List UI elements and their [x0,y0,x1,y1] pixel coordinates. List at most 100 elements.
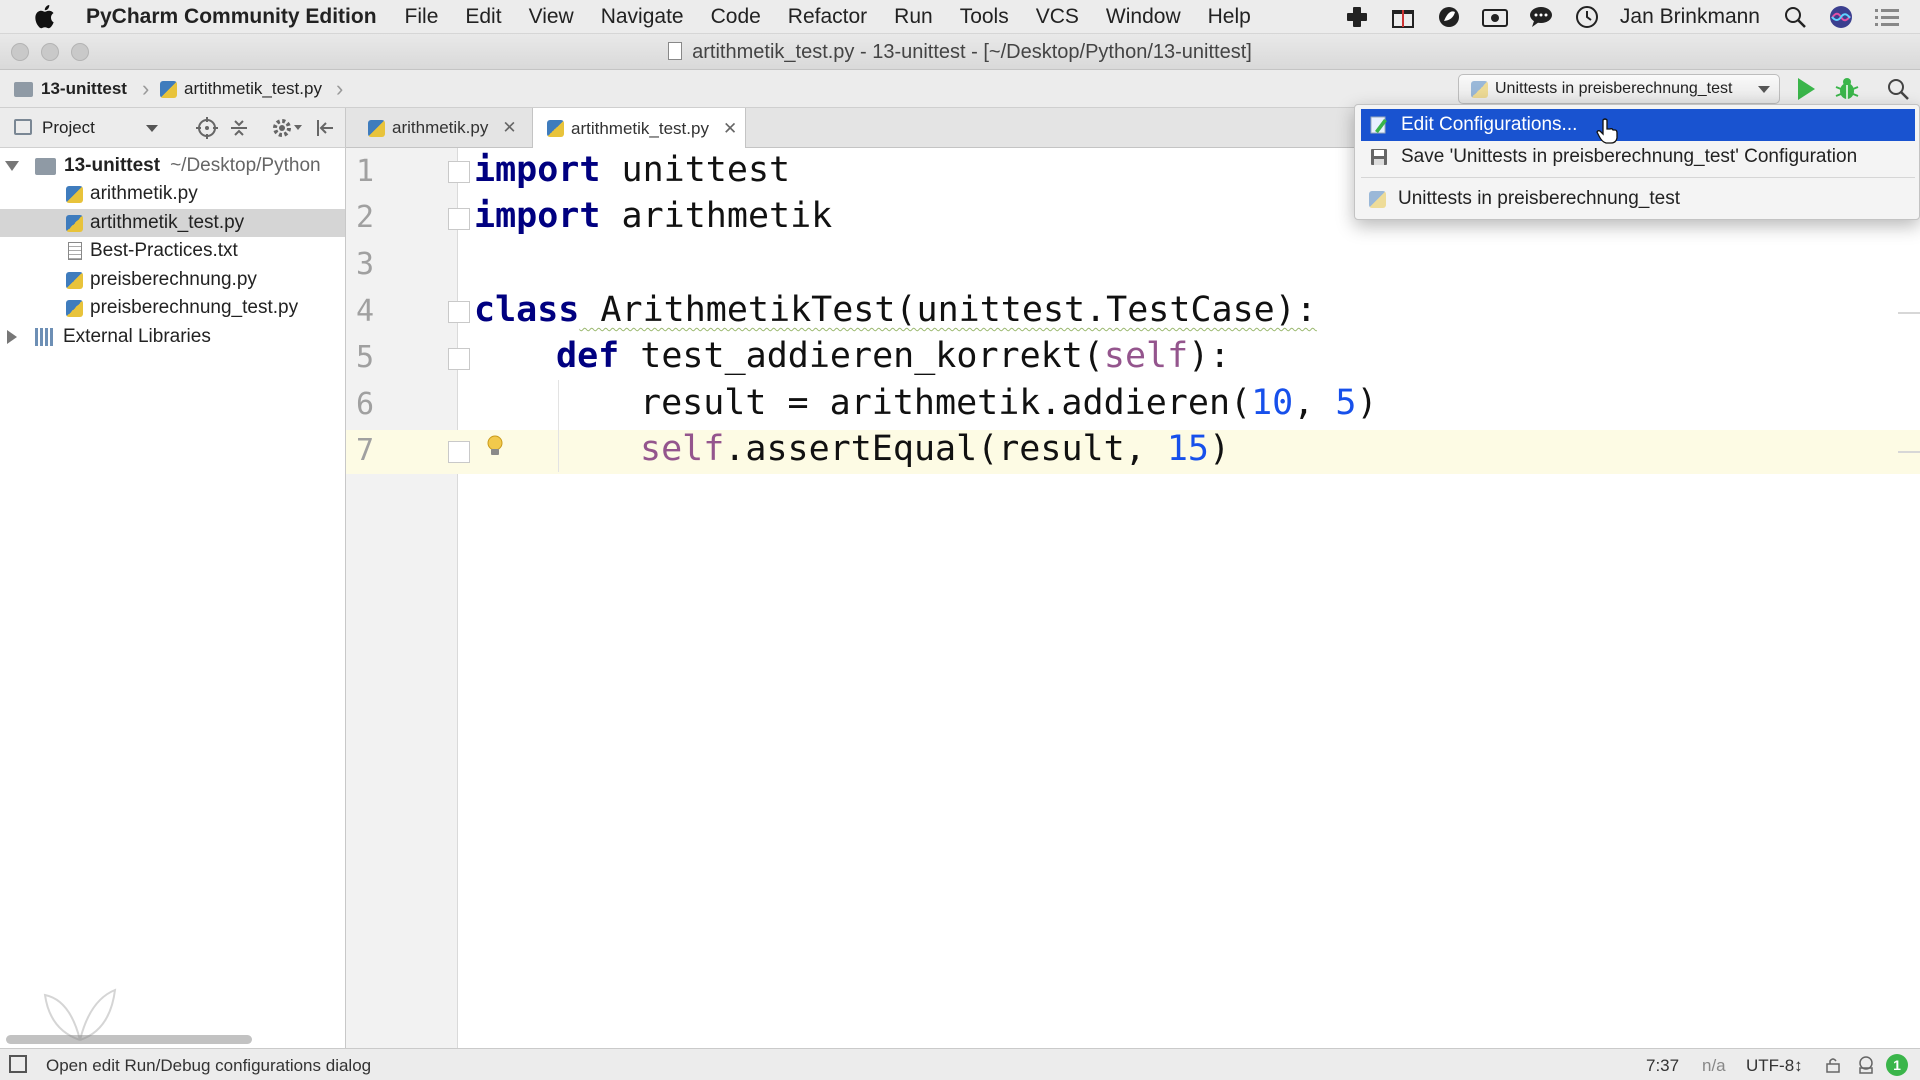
notifications-badge[interactable]: 1 [1886,1054,1908,1076]
code-line-4: class ArithmetikTest(unittest.TestCase): [474,290,1317,330]
collapse-all-icon[interactable] [229,118,249,143]
indent-guide [558,380,559,472]
time-machine-tray-icon[interactable] [1574,4,1600,30]
breadcrumb-separator-icon: › [142,76,150,101]
chevron-down-icon [1758,86,1770,93]
gear-icon[interactable] [271,117,293,144]
line-number: 2 [356,200,375,235]
python-file-icon [66,185,83,203]
error-stripe-mark[interactable] [1898,451,1920,453]
fold-marker-icon[interactable] [448,208,470,230]
menu-window[interactable]: Window [1106,5,1181,29]
tree-item-file[interactable]: preisberechnung_test.py [0,294,345,322]
unittest-config-icon [1369,190,1386,208]
apple-logo-icon[interactable] [28,4,62,29]
line-number: 5 [356,340,375,375]
app-name-menu[interactable]: PyCharm Community Edition [86,5,377,29]
user-name-menu[interactable]: Jan Brinkmann [1620,5,1760,29]
breadcrumb-project[interactable]: 13-unittest [14,79,127,99]
navigation-bar: 13-unittest › artithmetik_test.py › Unit… [0,70,1920,108]
hide-panel-icon[interactable] [315,118,335,143]
line-number: 7 [356,433,375,468]
tab-artithmetik-test-py[interactable]: artithmetik_test.py ✕ [532,108,746,149]
project-view-dropdown-icon[interactable] [146,125,158,132]
caret-position[interactable]: 7:37 [1646,1056,1679,1076]
tree-item-label: arithmetik.py [90,183,198,204]
code-text: , [1293,383,1336,423]
code-text: ): [1188,336,1231,376]
fold-marker-icon[interactable] [448,441,470,463]
inspector-icon[interactable] [1856,1055,1876,1080]
breadcrumb-file[interactable]: artithmetik_test.py [160,79,322,99]
menu-view[interactable]: View [529,5,574,29]
python-file-icon [66,299,83,317]
locate-file-icon[interactable] [196,117,218,144]
menu-navigate[interactable]: Navigate [601,5,684,29]
close-tab-icon[interactable]: ✕ [723,119,737,139]
code-line-1: import unittest [474,150,790,190]
tree-item-file[interactable]: Best-Practices.txt [0,237,345,265]
save-configuration-menu-item[interactable]: Save 'Unittests in preisberechnung_test'… [1361,141,1915,173]
fold-marker-icon[interactable] [448,161,470,183]
chevron-down-icon[interactable] [294,125,302,130]
menu-help[interactable]: Help [1208,5,1251,29]
fold-marker-icon[interactable] [448,348,470,370]
error-stripe-mark[interactable] [1898,312,1920,314]
run-button[interactable] [1798,78,1815,100]
tree-item-project-root[interactable]: 13-unittest ~/Desktop/Python [0,152,345,180]
edit-configurations-menu-item[interactable]: Edit Configurations... [1361,109,1915,141]
text-file-icon [68,242,82,260]
notification-center-icon[interactable] [1874,4,1900,30]
file-encoding[interactable]: UTF-8↕ [1746,1056,1803,1076]
code-line-6: result = arithmetik.addieren(10, 5) [640,383,1378,423]
menu-vcs[interactable]: VCS [1036,5,1079,29]
camera-tray-icon[interactable] [1481,4,1508,30]
python-file-icon [66,271,83,289]
plus-tray-icon[interactable] [1344,4,1370,30]
edit-config-icon [1370,116,1387,134]
code-editor[interactable] [458,148,1920,1048]
window-title: artithmetik_test.py - 13-unittest - [~/D… [0,41,1920,64]
project-panel-title[interactable]: Project [42,118,95,138]
run-configuration-popup: Edit Configurations... Save 'Unittests i… [1354,104,1920,220]
menu-run[interactable]: Run [894,5,933,29]
lightbulb-intention-icon[interactable] [486,434,504,460]
code-text: arithmetik [600,196,833,236]
search-everywhere-icon[interactable] [1886,77,1912,103]
code-text: result = arithmetik.addieren( [640,383,1252,423]
run-configuration-selector[interactable]: Unittests in preisberechnung_test [1458,74,1780,104]
project-root-path: ~/Desktop/Python [170,155,321,176]
expand-arrow-icon[interactable] [5,161,19,171]
project-tree: 13-unittest ~/Desktop/Python arithmetik.… [0,148,346,1048]
fold-marker-icon[interactable] [448,301,470,323]
gift-tray-icon[interactable] [1390,4,1416,30]
tab-arithmetik-py[interactable]: arithmetik.py ✕ [354,108,530,148]
debug-bug-icon[interactable] [1834,76,1860,102]
menu-edit[interactable]: Edit [465,5,501,29]
hand-pointer-cursor-icon [1596,118,1618,144]
window-title-bar: artithmetik_test.py - 13-unittest - [~/D… [0,34,1920,70]
run-configuration-menu-item[interactable]: Unittests in preisberechnung_test [1361,183,1915,215]
chat-tray-icon[interactable] [1528,4,1554,30]
tree-item-file[interactable]: preisberechnung.py [0,266,345,294]
menu-file[interactable]: File [405,5,439,29]
tree-item-file-selected[interactable]: artithmetik_test.py [0,209,345,237]
line-separator[interactable]: n/a [1702,1056,1726,1076]
keyword: import [474,196,601,236]
menu-tools[interactable]: Tools [960,5,1009,29]
tree-item-file[interactable]: arithmetik.py [0,180,345,208]
siri-icon[interactable] [1828,4,1854,30]
folder-icon [35,157,56,175]
collapse-arrow-icon[interactable] [7,330,17,344]
code-text: ) [1356,383,1378,423]
menu-code[interactable]: Code [711,5,761,29]
toggle-tool-windows-icon[interactable] [9,1055,27,1073]
menu-refactor[interactable]: Refactor [788,5,867,29]
spotlight-search-icon[interactable] [1782,4,1808,30]
save-disk-icon [1371,149,1387,165]
lock-icon[interactable] [1826,1057,1840,1078]
line-number: 1 [356,154,375,189]
leaf-tray-icon[interactable] [1436,4,1462,30]
tree-item-external-libraries[interactable]: External Libraries [0,323,345,351]
close-tab-icon[interactable]: ✕ [502,118,516,138]
